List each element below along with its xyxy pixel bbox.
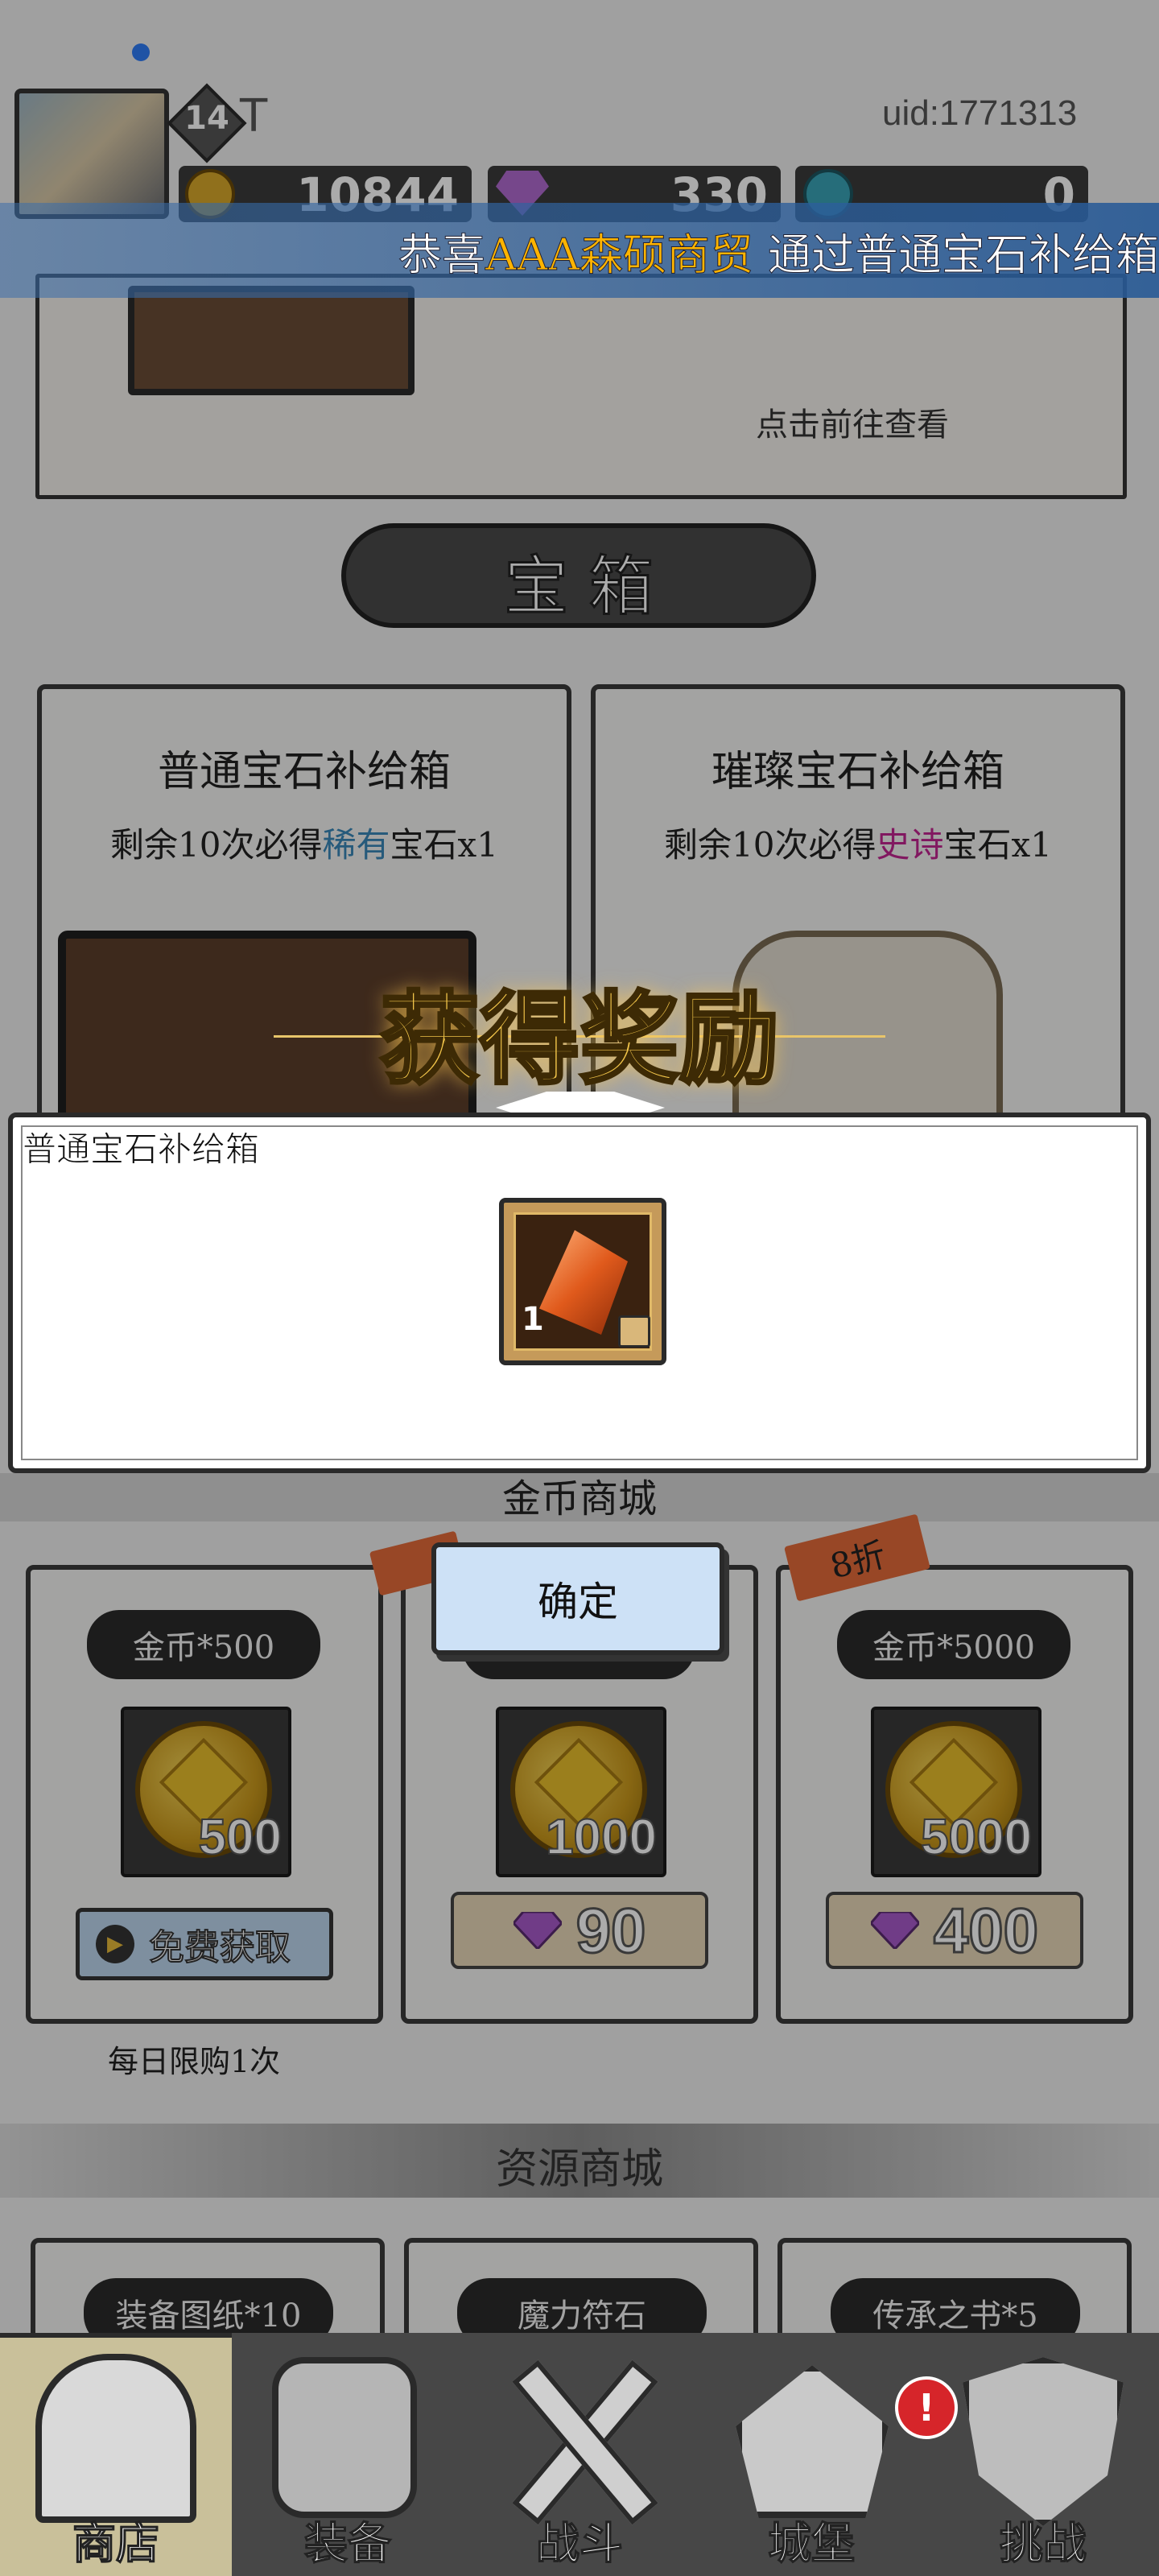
nav-label: 挑战 xyxy=(999,2517,1088,2570)
reward-modal: 普通宝石补给箱 1 xyxy=(8,1113,1151,1473)
shop-hut-icon xyxy=(35,2354,196,2523)
nav-label: 城堡 xyxy=(767,2517,856,2570)
ticker-player: AAA森硕商贸 xyxy=(485,229,754,280)
nav-equipment[interactable]: 装备 xyxy=(232,2333,464,2576)
castle-tower-icon xyxy=(736,2365,889,2518)
broadcast-ticker: 恭喜AAA森硕商贸 通过普通宝石补给箱 xyxy=(0,203,1159,298)
reward-item-count: 1 xyxy=(522,1301,544,1338)
reward-item-slot[interactable]: 1 xyxy=(499,1198,666,1365)
nav-shop[interactable]: 商店 xyxy=(0,2333,232,2576)
nav-castle[interactable]: ! 城堡 xyxy=(695,2333,958,2576)
nav-battle[interactable]: 战斗 xyxy=(464,2333,695,2576)
ticker-suffix: 通过普通宝石补给箱 xyxy=(768,229,1159,280)
nav-label: 商店 xyxy=(72,2517,161,2570)
backpack-icon xyxy=(272,2357,417,2518)
reward-source-label: 普通宝石补给箱 xyxy=(22,1129,260,1170)
confirm-label: 确定 xyxy=(538,1579,618,1625)
nav-label: 装备 xyxy=(303,2517,393,2570)
shield-crest-icon xyxy=(963,2357,1124,2526)
nav-label: 战斗 xyxy=(535,2517,625,2570)
nav-challenge[interactable]: 挑战 xyxy=(927,2333,1159,2576)
item-type-badge-icon xyxy=(618,1315,650,1348)
ticker-prefix: 恭喜 xyxy=(398,229,486,280)
bottom-nav: 商店 装备 战斗 ! 城堡 挑战 xyxy=(0,2333,1159,2576)
reward-modal-title: 获得奖励 xyxy=(378,980,781,1100)
confirm-button[interactable]: 确定 xyxy=(431,1542,724,1655)
